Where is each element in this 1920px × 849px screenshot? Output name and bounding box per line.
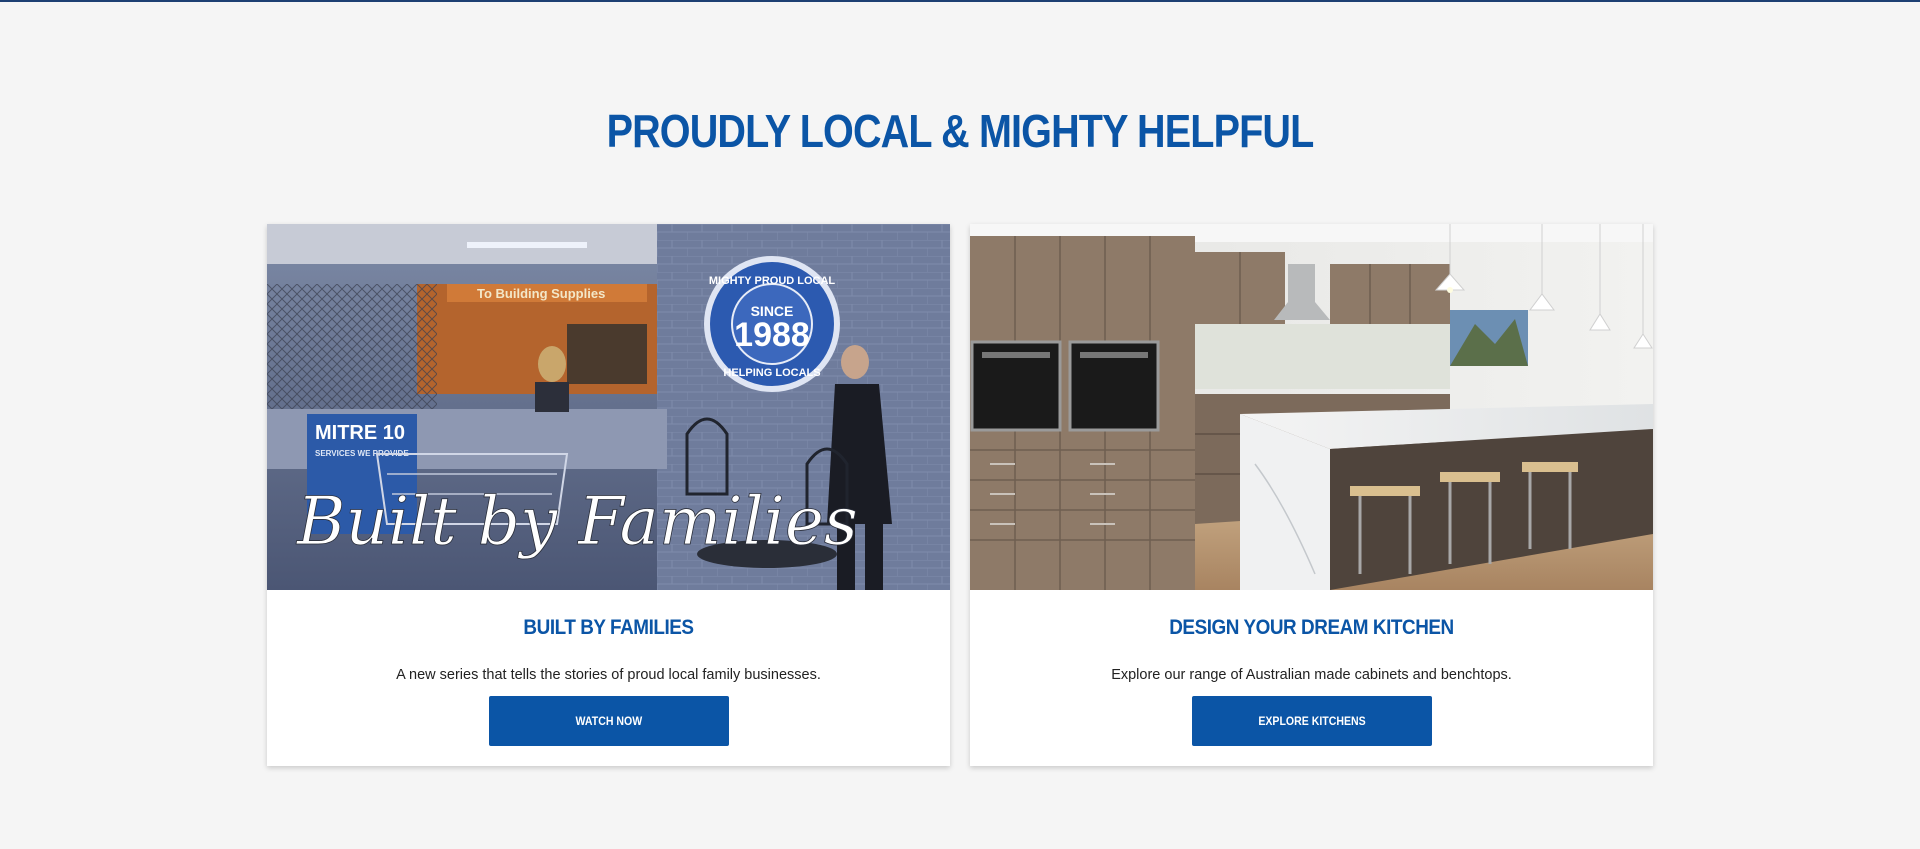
card-built-by-families: To Building Supplies MITRE 10 SERVICES W… xyxy=(267,224,950,766)
card-title: BUILT BY FAMILIES xyxy=(523,616,694,639)
card-description: A new series that tells the stories of p… xyxy=(396,667,821,683)
explore-kitchens-button-label: EXPLORE KITCHENS xyxy=(1258,714,1366,728)
card-title: DESIGN YOUR DREAM KITCHEN xyxy=(1169,616,1454,639)
card-description: Explore our range of Australian made cab… xyxy=(1111,667,1512,683)
badge-top-text: MIGHTY PROUD LOCAL xyxy=(709,275,836,287)
card-image-kitchen[interactable] xyxy=(970,224,1653,590)
section-heading: PROUDLY LOCAL & MIGHTY HELPFUL xyxy=(606,105,1315,157)
card-image-built-by-families[interactable]: To Building Supplies MITRE 10 SERVICES W… xyxy=(267,224,950,590)
store-banner-text: To Building Supplies xyxy=(477,286,605,301)
badge-year-text: 1988 xyxy=(734,316,810,354)
store-sign-text: MITRE 10 xyxy=(315,422,405,444)
badge-bottom-text: HELPING LOCALS xyxy=(723,367,820,379)
top-divider xyxy=(0,0,1920,2)
card-dream-kitchen: DESIGN YOUR DREAM KITCHEN Explore our ra… xyxy=(970,224,1653,766)
image-script-title: Built by Families xyxy=(296,483,858,560)
watch-now-button-label: WATCH NOW xyxy=(575,714,643,728)
explore-kitchens-button[interactable]: EXPLORE KITCHENS xyxy=(1192,696,1432,746)
watch-now-button[interactable]: WATCH NOW xyxy=(489,696,729,746)
